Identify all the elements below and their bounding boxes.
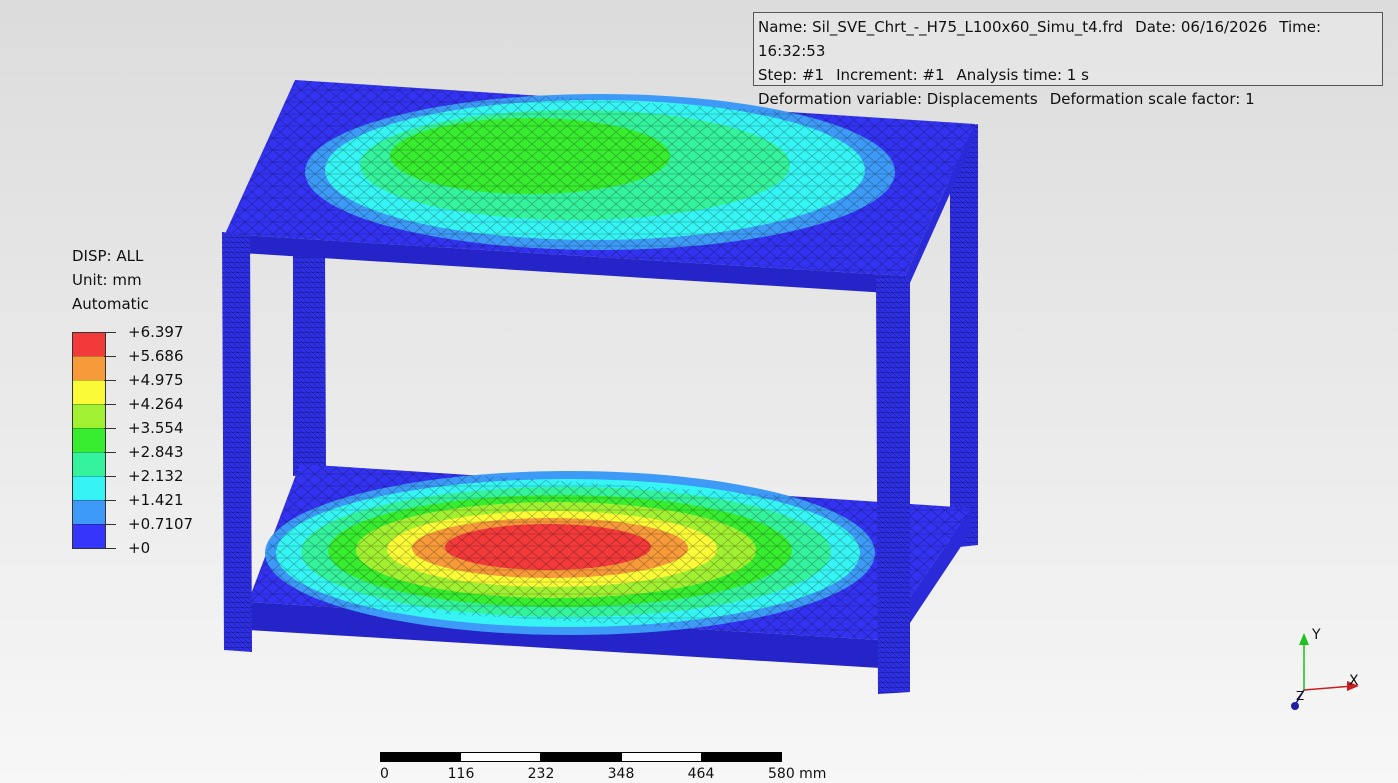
scale-tick: 580 mm bbox=[768, 766, 827, 782]
scale-tick: 348 bbox=[607, 766, 635, 782]
front-right-leg bbox=[876, 276, 910, 694]
fea-model-viewport[interactable] bbox=[0, 0, 1398, 783]
scale-segment bbox=[460, 752, 541, 762]
scale-bar: 0 116 232 348 464 580 mm bbox=[380, 752, 826, 783]
scale-tick: 464 bbox=[687, 766, 715, 782]
scale-segment bbox=[540, 752, 622, 762]
y-axis-label: Y bbox=[1312, 627, 1321, 643]
scale-segment bbox=[621, 752, 702, 762]
front-left-leg bbox=[222, 232, 252, 652]
top-shelf bbox=[225, 80, 975, 294]
axis-triad: Y X Z bbox=[1285, 625, 1365, 720]
back-right-leg bbox=[950, 124, 978, 548]
scale-segment bbox=[380, 752, 461, 762]
bottom-shelf bbox=[248, 464, 972, 668]
scale-segment bbox=[701, 752, 782, 762]
scale-tick: 0 bbox=[380, 766, 389, 782]
scale-tick: 232 bbox=[527, 766, 555, 782]
z-axis-label: Z bbox=[1296, 689, 1305, 703]
x-axis-label: X bbox=[1349, 673, 1359, 689]
back-left-leg bbox=[293, 250, 326, 476]
scale-tick: 116 bbox=[447, 766, 475, 782]
